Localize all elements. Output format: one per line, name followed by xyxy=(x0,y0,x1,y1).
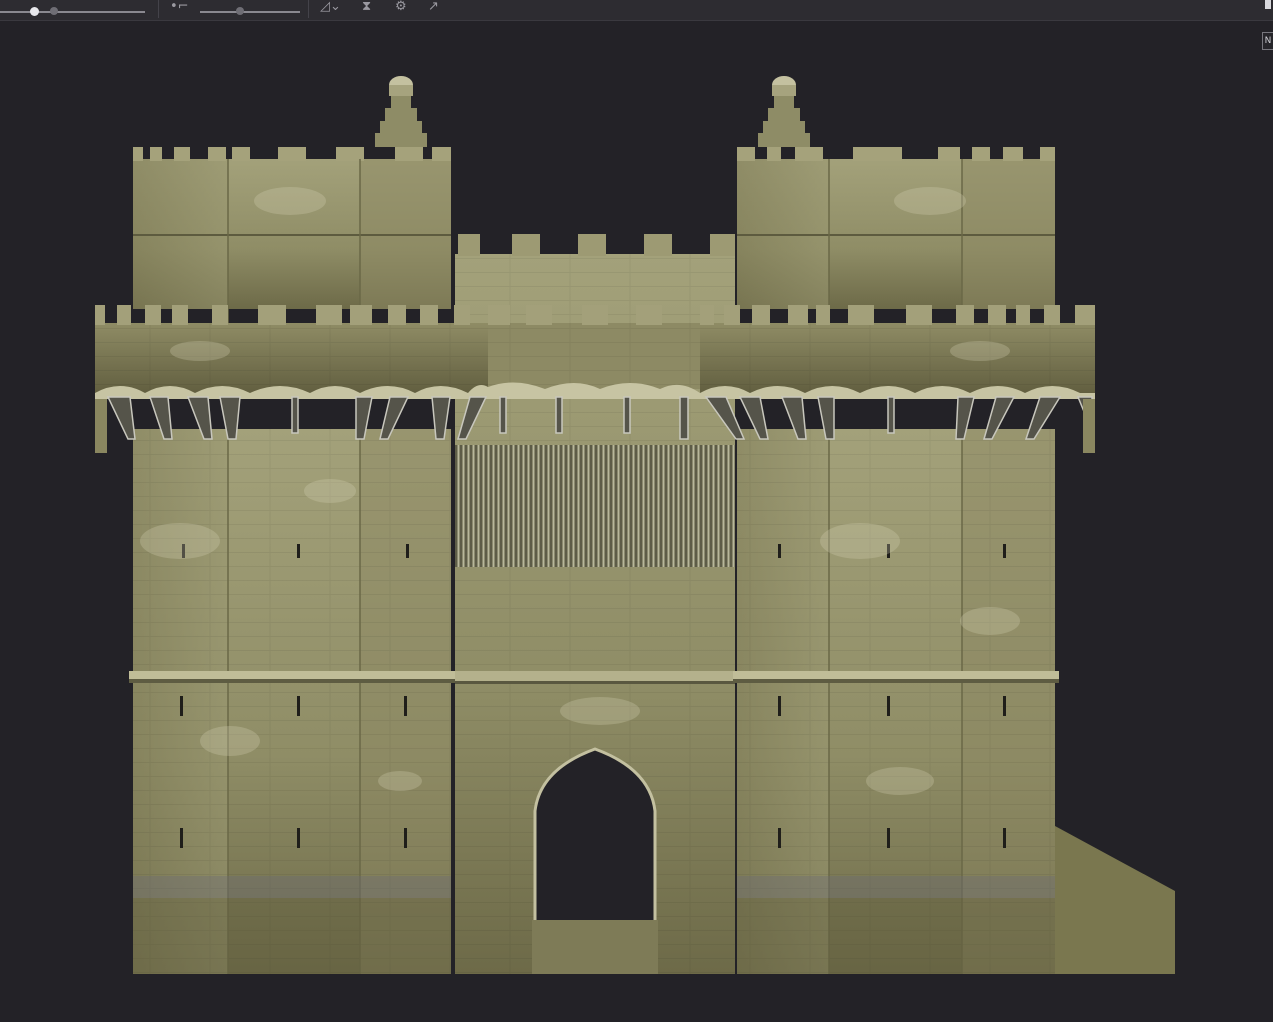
3d-viewport[interactable] xyxy=(0,21,1273,1022)
size-slider-knob[interactable] xyxy=(30,7,39,16)
toolbar-separator xyxy=(158,0,159,18)
symmetry-icon[interactable]: ⧗ xyxy=(362,0,371,14)
toolbar-separator xyxy=(308,0,309,18)
castle-gate-model xyxy=(95,76,1175,974)
portcullis-grate xyxy=(455,445,735,567)
size-slider-track[interactable] xyxy=(0,11,145,13)
export-icon[interactable]: ↗ xyxy=(428,0,439,14)
panel-toggle-icon[interactable] xyxy=(1265,0,1271,9)
gear-icon[interactable]: ⚙ xyxy=(395,0,407,14)
strength-slider-track[interactable] xyxy=(200,11,300,13)
triangle-dropdown-icon[interactable]: ◿⌄ xyxy=(320,0,341,14)
size-slider-secondary-knob[interactable] xyxy=(50,7,58,15)
point-tool-icon[interactable]: •⌐ xyxy=(170,0,189,14)
strength-slider-knob[interactable] xyxy=(236,7,244,15)
viewport-toolbar: •⌐ ◿⌄ ⧗ ⚙ ↗ xyxy=(0,0,1273,21)
